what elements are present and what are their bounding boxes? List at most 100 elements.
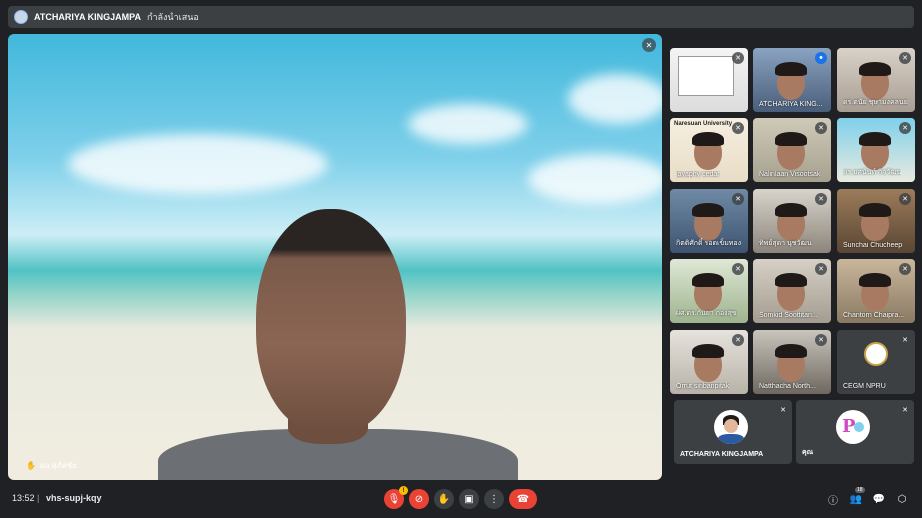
participant-name: Sunchai Chucheep	[843, 242, 903, 249]
participant-hair	[692, 203, 724, 217]
leave-call-button[interactable]: ☎	[509, 489, 537, 509]
participant-name: คุณ	[802, 449, 814, 456]
participant-name: Chantorn Chaipra...	[843, 312, 905, 319]
participant-tile[interactable]: Naresuan University ✕ jayaphy cedar	[670, 118, 748, 182]
main-participant-name: ผอ.สุภัสชัย	[39, 461, 77, 470]
mic-off-icon: ✕	[642, 38, 656, 52]
presenter-avatar	[14, 10, 28, 24]
meeting-details-button[interactable]: ⓘ	[826, 492, 840, 507]
participant-hair	[775, 62, 807, 76]
camera-toggle-button[interactable]: ⊘	[409, 489, 429, 509]
participant-name: ทิพย์สุดา นุชวัฒน	[759, 240, 812, 247]
cloud	[528, 154, 662, 204]
more-options-button[interactable]: ⋮	[484, 489, 504, 509]
participant-hair	[692, 273, 724, 287]
participant-tile[interactable]: ✕ Natthacha North...	[753, 330, 831, 394]
participant-name: Natthacha North...	[759, 383, 816, 390]
mic-off-icon: ✕	[815, 334, 827, 346]
mic-off-icon: ✕	[899, 334, 911, 346]
participant-name: ดร.ดนัย ชุษามงคลนย	[843, 99, 908, 106]
people-button[interactable]: 👥 18	[849, 487, 865, 506]
mic-off-icon: ✕	[899, 193, 911, 205]
participant-name: Somkid Soottitan...	[759, 312, 818, 319]
mic-off-icon: ✕	[899, 263, 911, 275]
warning-badge: !	[399, 486, 408, 495]
participant-name: Orrut siribanpitak	[676, 383, 730, 390]
hand-icon: ✋	[26, 461, 36, 470]
participant-hair	[692, 344, 724, 358]
participant-tile[interactable]: ✕	[670, 48, 748, 112]
activities-button[interactable]: ⬡	[895, 492, 909, 506]
activities-icon: ⬡	[897, 493, 907, 505]
participant-hair	[859, 132, 891, 146]
participant-tile[interactable]: ✕ Chantorn Chaipra...	[837, 259, 915, 323]
avatar: P	[836, 410, 870, 444]
participant-tile[interactable]: ✕ กิตติศักดิ์ รอดเข็มทอง	[670, 189, 748, 253]
participant-name: ผศ.ดร.กันยา กองสุข	[676, 310, 737, 317]
mic-off-icon: ✕	[732, 193, 744, 205]
info-icon: ⓘ	[828, 495, 838, 507]
mic-off-icon: ✕	[732, 334, 744, 346]
main-participant-label: ✋ ผอ.สุภัสชัย	[26, 459, 77, 472]
shared-document-preview	[678, 56, 734, 96]
participant-tile[interactable]: ✕ Nalinlaan Visootsak	[753, 118, 831, 182]
participant-name: ดร.ยศนันท์ กิจวัฒน	[843, 169, 902, 176]
participant-tile[interactable]: ⦁ ATCHARIYA KING...	[753, 48, 831, 112]
mic-off-icon: ✕	[732, 52, 744, 64]
logo-icon	[864, 342, 888, 366]
present-screen-button[interactable]: ▣	[459, 489, 479, 509]
participant-tile[interactable]: ✕ ดร.ยศนันท์ กิจวัฒน	[837, 118, 915, 182]
mic-off-icon: ✕	[815, 263, 827, 275]
chat-icon: 💬	[872, 493, 886, 505]
presenter-status: กำลังนำเสนอ	[147, 12, 199, 22]
participant-tile[interactable]: ✕ ผศ.ดร.กันยา กองสุข	[670, 259, 748, 323]
participant-hair	[859, 273, 891, 287]
mic-off-icon: 🎙	[387, 493, 401, 505]
cloud	[568, 74, 662, 124]
mic-off-icon: ✕	[732, 263, 744, 275]
participant-tile[interactable]: ✕ Orrut siribanpitak	[670, 330, 748, 394]
participant-hair	[775, 203, 807, 217]
presenter-name: ATCHARIYA KINGJAMPA	[34, 12, 142, 22]
participant-name: กิตติศักดิ์ รอดเข็มทอง	[676, 240, 742, 247]
main-video-tile[interactable]: ✕ ✋ ผอ.สุภัสชัย	[8, 34, 662, 480]
participant-name: ATCHARIYA KINGJAMPA	[680, 451, 764, 458]
participant-hair	[775, 273, 807, 287]
participant-name: Nalinlaan Visootsak	[759, 171, 821, 178]
participant-hair	[775, 132, 807, 146]
participant-tile[interactable]: ✕ Sunchai Chucheep	[837, 189, 915, 253]
participant-tile[interactable]: ✕ ทิพย์สุดา นุชวัฒน	[753, 189, 831, 253]
hangup-icon: ☎	[516, 493, 530, 505]
participant-name: ATCHARIYA KING...	[759, 101, 823, 108]
avatar	[714, 410, 748, 444]
separator: |	[37, 493, 40, 503]
cloud	[68, 134, 328, 194]
participant-tile[interactable]: ✕ ดร.ดนัย ชุษามงคลนย	[837, 48, 915, 112]
cloud	[408, 104, 528, 144]
participant-tile[interactable]: ✕ Somkid Soottitan...	[753, 259, 831, 323]
participant-name: CEGM NPRU	[843, 383, 886, 390]
participant-tile-avatar[interactable]: ✕ ATCHARIYA KINGJAMPA	[674, 400, 792, 464]
participant-hair	[859, 62, 891, 76]
mic-off-icon: ✕	[899, 52, 911, 64]
camera-off-icon: ⊘	[414, 493, 424, 505]
participant-head	[256, 209, 406, 434]
participants-count-badge: 18	[855, 487, 865, 493]
people-icon: 👥	[849, 493, 863, 505]
participant-hair	[775, 344, 807, 358]
participant-tile[interactable]: ✕ CEGM NPRU	[837, 330, 915, 394]
raise-hand-button[interactable]: ✋	[434, 489, 454, 509]
participant-tile-self[interactable]: P ✕ คุณ	[796, 400, 914, 464]
chat-button[interactable]: 💬	[872, 492, 886, 506]
presenter-bar: ATCHARIYA KINGJAMPA กำลังนำเสนอ	[8, 6, 914, 28]
speaking-icon: ⦁	[815, 52, 827, 64]
meeting-code: vhs-supj-kqy	[46, 493, 102, 503]
mic-off-icon: ✕	[902, 407, 908, 414]
hand-icon: ✋	[437, 493, 451, 505]
participant-hair	[859, 203, 891, 217]
clock: 13:52	[12, 493, 35, 503]
mic-off-icon: ✕	[732, 122, 744, 134]
microphone-toggle-button[interactable]: 🎙 !	[384, 486, 408, 509]
more-vertical-icon: ⋮	[489, 493, 499, 505]
bottom-control-bar: 13:52 | vhs-supj-kqy 🎙 ! ⊘ ✋ ▣ ⋮ ☎ ⓘ 👥 1…	[0, 484, 922, 518]
